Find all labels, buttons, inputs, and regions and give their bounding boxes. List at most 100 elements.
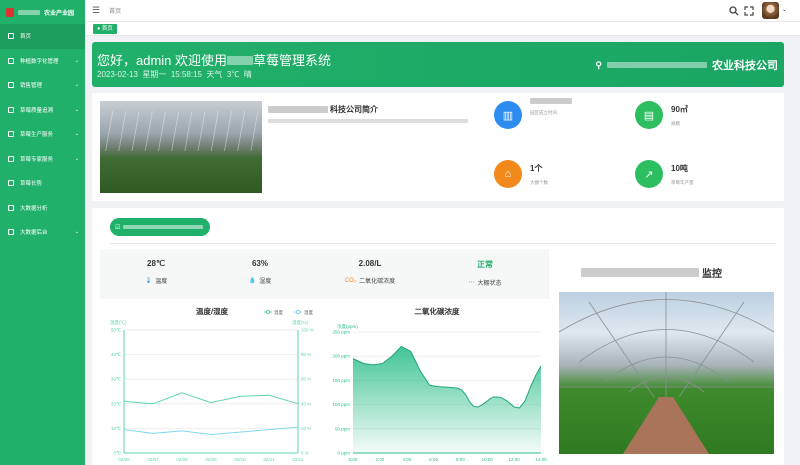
stat-value: 1个 — [530, 164, 543, 173]
sidebar-item-4[interactable]: 草莓生产服务 ⌄ — [0, 122, 85, 147]
user-dropdown-caret-icon[interactable]: ⌄ — [782, 6, 787, 13]
metric-icon: ⋯ — [468, 280, 475, 286]
menu-item-icon — [8, 155, 14, 162]
stat-0: ▥ 园区成立时间 — [494, 98, 572, 129]
monitor-title-suffix: 监控 — [702, 269, 722, 280]
stat-1: ▤ 90㎡ 规模 — [635, 101, 688, 129]
logo-icon — [6, 7, 14, 17]
weather-text: 晴 — [243, 70, 252, 79]
menu-item-label: 大数据后台 — [20, 230, 48, 237]
legend-label-1: 湿度 — [304, 309, 313, 316]
top-navbar: ☰ 首页 ⌄ — [85, 0, 800, 22]
metric-1: 63% 💧 湿度 — [205, 259, 315, 285]
stat-2: ⌂ 1个 大棚个数 — [494, 160, 548, 188]
fullscreen-icon[interactable] — [744, 6, 754, 16]
environment-card: ☑ 28℃ 🌡 温度 63% 💧 湿度 2.08/L CO₂ 二氧化碳浓度 正常 ⋯ 大棚状态 温度/… — [92, 208, 784, 465]
menu-item-icon — [8, 82, 14, 89]
x-tick-label: 4:00 — [402, 457, 411, 462]
x-tick-label: 02/08 — [176, 457, 188, 462]
x-tick-label: 02/09 — [205, 457, 217, 462]
y-tick-label: 0 ppm — [337, 451, 350, 456]
sidebar-item-2[interactable]: 销售管理 ⌄ — [0, 73, 85, 98]
company-suffix: 农业科技公司 — [712, 60, 778, 72]
stat-3: ↗ 10吨 草莓年产量 — [635, 160, 694, 188]
stat-label: 大棚个数 — [530, 180, 548, 185]
sidebar-menu: 首页 种植数字化管理 ⌄ 销售管理 ⌄ 草莓质量追溯 ⌄ 草莓生产服务 ⌄ 草莓专家服务 ⌄ 草莓长势… — [0, 24, 85, 245]
menu-item-label: 种植数字化管理 — [20, 58, 59, 65]
welcome-title: 您好，admin 欢迎使用 草莓管理系统 — [97, 50, 331, 69]
y-axis-left-label: 温度(℃) — [110, 319, 127, 326]
x-tick-label: 0:00 — [349, 457, 358, 462]
metric-0: 28℃ 🌡 温度 — [101, 259, 211, 285]
y-tick-right: 40 % — [301, 401, 311, 406]
menu-item-label: 草莓质量追溯 — [20, 107, 54, 114]
metric-value: 2.08/L — [358, 259, 382, 268]
chevron-down-icon: ⌄ — [74, 106, 79, 113]
menu-item-label: 草莓专家服务 — [20, 156, 54, 163]
menu-item-icon — [8, 57, 14, 64]
sidebar-item-0[interactable]: 首页 — [0, 24, 85, 49]
blurred-intro-name — [268, 106, 328, 113]
sidebar-item-6[interactable]: 草莓长势 — [0, 171, 85, 196]
monitor-title: 监控 — [581, 265, 722, 280]
metric-value: 63% — [251, 259, 268, 268]
menu-item-icon — [8, 33, 14, 40]
chevron-down-icon: ⌄ — [74, 82, 79, 89]
time-text: 15:58:15 — [170, 70, 202, 79]
menu-item-label: 大数据分析 — [20, 205, 48, 212]
metric-icon: CO₂ — [344, 277, 357, 284]
legend-label-0: 温度 — [274, 309, 283, 316]
app-logo[interactable]: 农业产业园 — [0, 0, 85, 24]
x-tick-label: 12:00 — [509, 457, 521, 462]
welcome-banner: 您好，admin 欢迎使用 草莓管理系统 2023-02-13 星期一 15:58… — [92, 42, 784, 87]
chart-title: 温度/湿度 — [196, 306, 229, 316]
metric-icon: 💧 — [248, 278, 257, 284]
y-tick-left: 40℃ — [111, 352, 122, 357]
blurred-company-name — [607, 62, 707, 68]
metric-label: 二氧化碳浓度 — [359, 279, 396, 285]
chart-icon: ↗ — [635, 160, 663, 188]
monitor-video[interactable] — [559, 292, 774, 454]
logo-blurred-text — [18, 9, 40, 15]
y-tick-left: 20℃ — [111, 401, 122, 406]
chart-title: 二氧化碳浓度 — [415, 306, 460, 316]
menu-item-label: 首页 — [20, 34, 32, 41]
y-axis-right-label: 湿度(%) — [292, 319, 308, 326]
menu-item-icon — [8, 204, 14, 211]
y-tick-label: 50 ppm — [335, 426, 350, 431]
menu-item-label: 草莓长势 — [20, 181, 43, 188]
co2-area — [353, 346, 541, 453]
intro-title: 科技公司简介 — [268, 104, 378, 115]
menu-toggle-icon[interactable]: ☰ — [92, 5, 100, 16]
metric-3: 正常 ⋯ 大棚状态 — [430, 259, 540, 287]
y-tick-label: 250 ppm — [332, 330, 350, 335]
y-tick-right: 100 % — [301, 328, 314, 333]
tag-home[interactable]: ● 首页 — [93, 24, 117, 34]
user-avatar[interactable] — [762, 2, 779, 19]
stat-label: 园区成立时间 — [530, 110, 557, 115]
blurred-stat-value — [530, 98, 572, 104]
menu-item-label: 草莓生产服务 — [20, 132, 54, 139]
welcome-prefix: 您好，admin 欢迎使用 — [97, 53, 228, 68]
location-pin-icon: ⚲ — [595, 59, 602, 70]
x-tick-label: 14:00 — [535, 457, 547, 462]
sidebar-item-7[interactable]: 大数据分析 — [0, 196, 85, 221]
company-name: ⚲ 农业科技公司 — [595, 57, 778, 73]
section-header-button[interactable]: ☑ — [110, 218, 210, 236]
breadcrumb[interactable]: 首页 — [109, 6, 121, 15]
intro-title-suffix: 科技公司简介 — [330, 105, 378, 114]
weekday-text: 星期一 — [142, 70, 167, 79]
chevron-down-icon: ⌄ — [74, 131, 79, 138]
sidebar-item-1[interactable]: 种植数字化管理 ⌄ — [0, 49, 85, 74]
search-icon[interactable] — [729, 6, 739, 16]
building-icon: ▥ — [494, 101, 522, 129]
sidebar-item-5[interactable]: 草莓专家服务 ⌄ — [0, 147, 85, 172]
x-tick-label: 02/11 — [264, 457, 275, 462]
temperature-text: 3℃ — [226, 70, 240, 79]
menu-item-icon — [8, 106, 14, 113]
stat-label: 规模 — [671, 121, 680, 126]
sidebar-item-3[interactable]: 草莓质量追溯 ⌄ — [0, 98, 85, 123]
intro-text-blurred — [268, 119, 468, 123]
sidebar-item-8[interactable]: 大数据后台 ⌄ — [0, 220, 85, 245]
y-tick-right: 60 % — [301, 377, 311, 382]
